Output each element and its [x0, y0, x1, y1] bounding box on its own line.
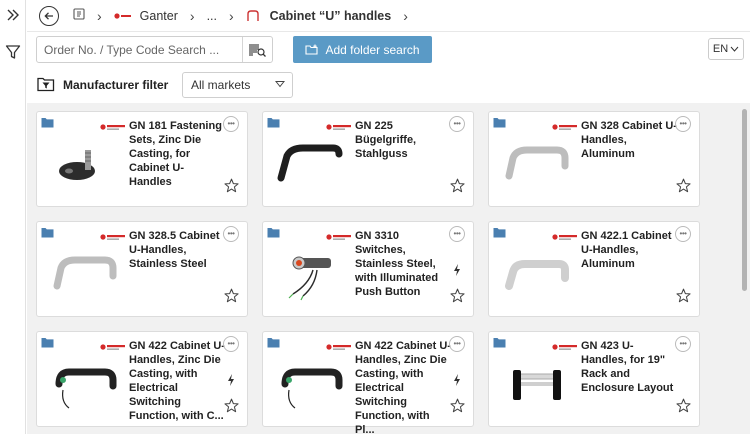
chevron-right-icon: ›: [189, 7, 195, 24]
barcode-scan-button[interactable]: [242, 37, 272, 62]
chevron-right-icon: ›: [228, 7, 234, 24]
language-value: EN: [712, 43, 729, 55]
catalog-icon[interactable]: [73, 8, 85, 23]
more-options-icon[interactable]: •••: [449, 226, 465, 242]
handle-category-icon: [246, 9, 259, 21]
product-card[interactable]: GN 422 Cabinet U-Handles, Zinc Die Casti…: [36, 331, 248, 427]
add-folder-label: Add folder search: [325, 42, 420, 57]
favorite-star-icon[interactable]: [450, 398, 465, 416]
product-title[interactable]: GN 423 U-Handles, for 19" Rack and Enclo…: [581, 339, 677, 395]
back-button[interactable]: [39, 5, 59, 26]
ganter-logo-icon: [100, 341, 128, 351]
more-options-icon[interactable]: •••: [675, 226, 691, 242]
breadcrumb-label: Ganter: [139, 8, 178, 23]
markets-value: All markets: [191, 78, 251, 92]
favorite-star-icon[interactable]: [224, 398, 239, 416]
ganter-logo-icon: [326, 231, 354, 241]
language-select[interactable]: EN: [708, 38, 744, 60]
search-input[interactable]: Order No. / Type Code Search ...: [36, 36, 273, 63]
add-folder-search-button[interactable]: Add folder search: [293, 36, 432, 63]
product-title[interactable]: GN 328.5 Cabinet U-Handles, Stainless St…: [129, 229, 225, 271]
lightning-icon: [227, 374, 235, 389]
product-title[interactable]: GN 422 Cabinet U-Handles, Zinc Die Casti…: [355, 339, 451, 434]
favorite-star-icon[interactable]: [450, 288, 465, 306]
folder-add-icon: [305, 44, 319, 55]
filter-icon[interactable]: [4, 43, 22, 61]
search-row: Order No. / Type Code Search ... Add fol…: [27, 32, 750, 68]
ganter-logo-icon: [100, 231, 128, 241]
product-card[interactable]: GN 225 Bügelgriffe, Stahlguss •••: [262, 111, 474, 207]
more-options-icon[interactable]: •••: [449, 336, 465, 352]
more-options-icon[interactable]: •••: [223, 226, 239, 242]
more-options-icon[interactable]: •••: [449, 116, 465, 132]
lightning-icon: [453, 264, 461, 279]
product-image: [273, 236, 343, 306]
product-title[interactable]: GN 3310 Switches, Stainless Steel, with …: [355, 229, 451, 299]
breadcrumb: › Ganter › ... › Cabinet “U” handles ›: [27, 0, 750, 32]
more-options-icon[interactable]: •••: [675, 116, 691, 132]
more-options-icon[interactable]: •••: [223, 116, 239, 132]
product-card[interactable]: GN 423 U-Handles, for 19" Rack and Enclo…: [488, 331, 700, 427]
product-image: [499, 126, 569, 196]
manufacturer-filter-label: Manufacturer filter: [63, 77, 169, 92]
product-title[interactable]: GN 328 Cabinet U-Handles, Aluminum: [581, 119, 677, 161]
chevron-right-icon: ›: [97, 7, 102, 24]
favorite-star-icon[interactable]: [224, 288, 239, 306]
ganter-logo-icon: [114, 12, 131, 19]
more-options-icon[interactable]: •••: [675, 336, 691, 352]
breadcrumb-item-ellipsis[interactable]: ...: [207, 9, 217, 23]
product-title[interactable]: GN 225 Bügelgriffe, Stahlguss: [355, 119, 451, 161]
product-title[interactable]: GN 422 Cabinet U-Handles, Zinc Die Casti…: [129, 339, 225, 423]
ganter-logo-icon: [552, 121, 580, 131]
product-image: [499, 346, 569, 416]
product-image: [47, 126, 117, 196]
product-title[interactable]: GN 422.1 Cabinet U-Handles, Aluminum: [581, 229, 677, 271]
more-options-icon[interactable]: •••: [223, 336, 239, 352]
chevron-down-icon: [275, 81, 285, 88]
favorite-star-icon[interactable]: [224, 178, 239, 196]
chevron-right-icon[interactable]: ›: [403, 8, 408, 24]
favorite-star-icon[interactable]: [676, 288, 691, 306]
product-image: [273, 346, 343, 416]
breadcrumb-label: Cabinet “U” handles: [269, 8, 392, 23]
product-card[interactable]: GN 328 Cabinet U-Handles, Aluminum •••: [488, 111, 700, 207]
chevron-down-icon: [730, 46, 739, 52]
lightning-icon: [453, 374, 461, 389]
product-image: [499, 236, 569, 306]
breadcrumb-item-ganter[interactable]: Ganter: [114, 9, 178, 23]
left-rail: [0, 0, 26, 434]
product-image: [47, 346, 117, 416]
favorite-star-icon[interactable]: [676, 178, 691, 196]
markets-select[interactable]: All markets: [182, 72, 293, 98]
search-placeholder: Order No. / Type Code Search ...: [44, 42, 220, 57]
ganter-logo-icon: [326, 341, 354, 351]
product-grid: GN 181 Fastening Sets, Zinc Die Casting,…: [27, 103, 750, 434]
product-card[interactable]: GN 422 Cabinet U-Handles, Zinc Die Casti…: [262, 331, 474, 434]
product-card[interactable]: GN 181 Fastening Sets, Zinc Die Casting,…: [36, 111, 248, 207]
folder-filter-icon: [37, 77, 55, 92]
filter-row: Manufacturer filter All markets: [27, 68, 750, 103]
product-title[interactable]: GN 181 Fastening Sets, Zinc Die Casting,…: [129, 119, 225, 189]
expand-panel-icon[interactable]: [4, 6, 22, 24]
manufacturer-filter[interactable]: Manufacturer filter: [37, 77, 168, 92]
ganter-logo-icon: [552, 231, 580, 241]
favorite-star-icon[interactable]: [676, 398, 691, 416]
product-image: [273, 126, 343, 196]
ganter-logo-icon: [552, 341, 580, 351]
favorite-star-icon[interactable]: [450, 178, 465, 196]
product-card[interactable]: GN 422.1 Cabinet U-Handles, Aluminum •••: [488, 221, 700, 317]
breadcrumb-item-current[interactable]: Cabinet “U” handles: [246, 8, 392, 23]
product-card[interactable]: GN 328.5 Cabinet U-Handles, Stainless St…: [36, 221, 248, 317]
barcode-search-icon: [248, 43, 266, 57]
ganter-logo-icon: [100, 121, 128, 131]
product-image: [47, 236, 117, 306]
scrollbar[interactable]: [742, 109, 747, 291]
breadcrumb-label: ...: [206, 8, 217, 23]
ganter-logo-icon: [326, 121, 354, 131]
product-card[interactable]: GN 3310 Switches, Stainless Steel, with …: [262, 221, 474, 317]
